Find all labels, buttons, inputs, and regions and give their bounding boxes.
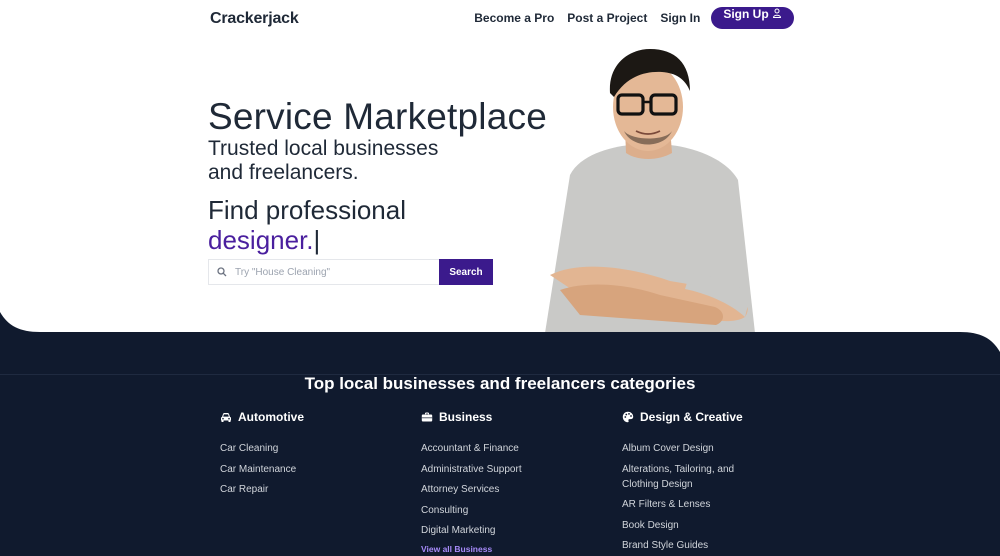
search-form: Search	[208, 259, 493, 285]
category-design-creative: Design & Creative Album Cover Design Alt…	[622, 408, 772, 556]
category-link[interactable]: Digital Marketing	[421, 523, 601, 538]
categories-heading: Top local businesses and freelancers cat…	[304, 374, 696, 393]
category-link[interactable]: Accountant & Finance	[421, 441, 601, 456]
sign-in-link[interactable]: Sign In	[660, 11, 700, 25]
hero-title: Service Marketplace	[208, 96, 547, 137]
sign-up-button[interactable]: Sign Up	[711, 7, 794, 29]
user-icon	[772, 8, 782, 18]
category-automotive: Automotive Car Cleaning Car Maintenance …	[220, 408, 400, 503]
search-button[interactable]: Search	[439, 259, 493, 285]
category-link[interactable]: Consulting	[421, 503, 601, 518]
category-link[interactable]: Car Cleaning	[220, 441, 400, 456]
briefcase-icon	[421, 412, 433, 422]
hero-curve-right	[960, 332, 1000, 352]
search-icon	[217, 267, 227, 277]
category-title: Business	[439, 410, 493, 424]
category-link[interactable]: Book Design	[622, 518, 772, 533]
sign-up-label: Sign Up	[723, 7, 769, 21]
category-link[interactable]: Album Cover Design	[622, 441, 772, 456]
category-link[interactable]: Car Repair	[220, 482, 400, 497]
post-project-link[interactable]: Post a Project	[567, 11, 647, 25]
car-icon	[221, 413, 231, 422]
category-title: Automotive	[238, 410, 304, 424]
search-input[interactable]	[235, 266, 415, 278]
category-link[interactable]: Administrative Support	[421, 462, 601, 477]
become-pro-link[interactable]: Become a Pro	[474, 11, 554, 25]
hero-curve-left	[0, 312, 40, 332]
view-all-business-link[interactable]: View all Business	[421, 544, 601, 554]
category-link[interactable]: Car Maintenance	[220, 462, 400, 477]
logo[interactable]: Crackerjack	[210, 10, 299, 28]
category-business: Business Accountant & Finance Administra…	[421, 408, 601, 554]
typing-cursor: |	[313, 225, 321, 255]
category-link[interactable]: Attorney Services	[421, 482, 601, 497]
category-header-business[interactable]: Business	[421, 408, 601, 426]
hero-subtitle: Trusted local businesses and freelancers…	[208, 137, 439, 184]
top-nav: Become a Pro Post a Project Sign In Sign…	[474, 0, 794, 36]
category-header-design[interactable]: Design & Creative	[622, 408, 772, 426]
category-header-automotive[interactable]: Automotive	[220, 408, 400, 426]
find-professional-text: Find professional designer.|	[208, 195, 406, 255]
search-field[interactable]	[208, 259, 439, 285]
find-prefix: Find professional	[208, 195, 406, 225]
hero-person-image	[545, 49, 755, 333]
category-title: Design & Creative	[640, 410, 743, 424]
category-link[interactable]: Brand Style Guides	[622, 538, 772, 553]
typed-role: designer.	[208, 225, 314, 255]
category-link[interactable]: AR Filters & Lenses	[622, 497, 772, 512]
palette-icon	[622, 411, 634, 423]
category-link[interactable]: Alterations, Tailoring, and Clothing Des…	[622, 462, 772, 492]
